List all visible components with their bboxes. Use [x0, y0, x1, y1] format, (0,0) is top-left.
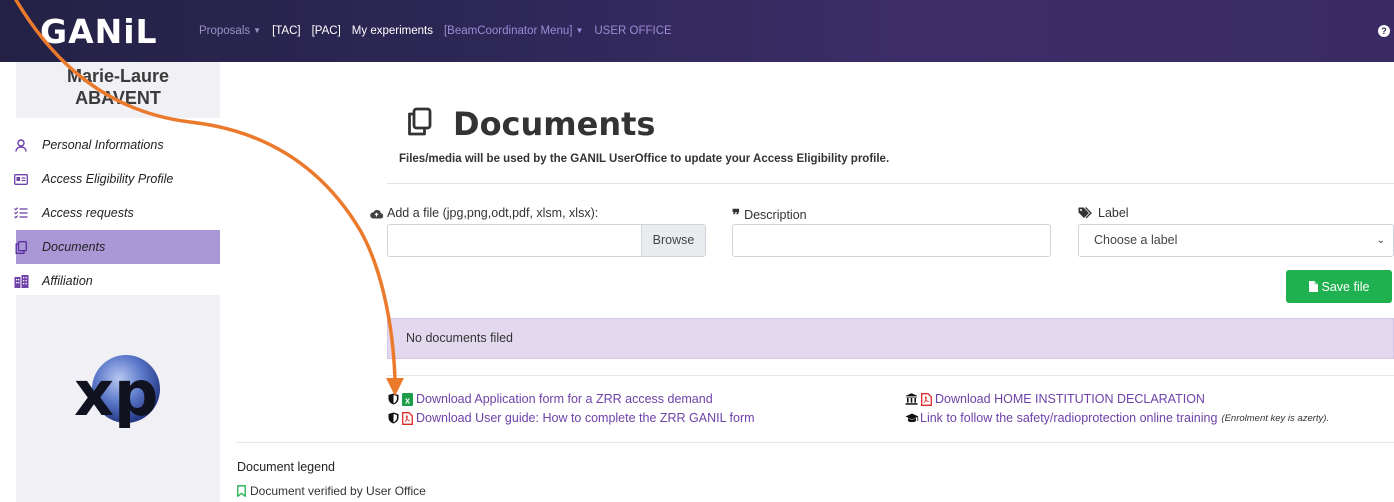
file-input[interactable]: Browse — [387, 224, 706, 257]
sidebar-item-access-requests[interactable]: Access requests — [14, 196, 220, 230]
user-name-card: Marie-Laure ABAVENT — [16, 62, 220, 118]
sidebar-item-access-eligibility-profile[interactable]: Access Eligibility Profile — [14, 162, 220, 196]
sidebar-item-label: Affiliation — [42, 274, 93, 288]
caret-down-icon: ▼ — [575, 26, 584, 35]
user-icon — [0, 138, 42, 152]
page-title: Documents — [405, 105, 655, 143]
enrolment-key-note: (Enrolment key is azerty). — [1221, 412, 1330, 424]
institution-icon — [905, 393, 918, 405]
excel-icon: x — [402, 392, 413, 406]
pdf-icon — [921, 392, 932, 406]
checklist-icon — [0, 207, 42, 219]
user-first-name: Marie-Laure — [66, 66, 170, 86]
legend-item-verified: Document verified by User Office — [237, 484, 426, 498]
chevron-down-icon: ⌄ — [1376, 235, 1385, 246]
svg-text:x: x — [405, 395, 410, 405]
building-icon — [0, 274, 42, 288]
download-application-form-link[interactable]: x Download Application form for a ZRR ac… — [388, 392, 713, 406]
save-file-button[interactable]: Save file — [1286, 270, 1392, 303]
tags-icon — [1078, 207, 1095, 219]
bookmark-icon — [237, 485, 246, 497]
label-label: Label — [1078, 206, 1129, 220]
document-legend-title: Document legend — [237, 460, 335, 474]
divider — [387, 375, 1394, 376]
download-home-institution-link[interactable]: Download HOME INSTITUTION DECLARATION — [905, 392, 1205, 406]
shield-icon — [388, 412, 399, 424]
caret-down-icon: ▼ — [253, 26, 262, 35]
file-icon — [1308, 281, 1318, 292]
label-select[interactable]: Choose a label ⌄ — [1078, 224, 1394, 257]
sidebar-menu: Personal Informations Access Eligibility… — [14, 128, 220, 298]
nav-user-office[interactable]: USER OFFICE — [594, 25, 671, 37]
id-card-icon — [0, 173, 42, 185]
sidebar-item-label: Access requests — [42, 206, 134, 220]
pdf-icon — [402, 411, 413, 425]
sidebar-item-documents[interactable]: Documents — [15, 230, 220, 264]
sidebar-item-label: Personal Informations — [42, 138, 164, 152]
copy-icon — [0, 240, 42, 254]
page-subtitle: Files/media will be used by the GANIL Us… — [399, 153, 890, 165]
nav-menu: Proposals ▼ [TAC] [PAC] My experiments [B… — [199, 0, 683, 62]
quote-icon: ❞ — [732, 206, 741, 224]
divider — [236, 442, 1394, 443]
ganil-logo[interactable]: GANiL — [40, 12, 158, 51]
sidebar: Marie-Laure ABAVENT Personal Information… — [0, 62, 220, 502]
shield-icon — [388, 393, 399, 405]
browse-button[interactable]: Browse — [641, 225, 705, 256]
sidebar-item-personal-informations[interactable]: Personal Informations — [15, 128, 220, 162]
sidebar-item-label: Documents — [42, 240, 106, 254]
sidebar-item-label: Access Eligibility Profile — [42, 172, 174, 186]
description-input[interactable] — [732, 224, 1051, 257]
nav-my-experiments[interactable]: My experiments — [352, 25, 433, 37]
nav-beamcoordinator[interactable]: [BeamCoordinator Menu] ▼ — [444, 25, 583, 37]
description-label: ❞ Description — [732, 206, 807, 224]
copy-icon — [405, 107, 433, 142]
question-circle-icon[interactable]: ? — [1378, 25, 1390, 37]
user-last-name: ABAVENT — [75, 88, 161, 108]
download-user-guide-link[interactable]: Download User guide: How to complete the… — [388, 411, 755, 425]
divider — [387, 183, 1394, 184]
nav-proposals[interactable]: Proposals ▼ — [199, 25, 261, 37]
sidebar-item-affiliation[interactable]: Affiliation — [14, 264, 220, 298]
file-label: Add a file (jpg,png,odt,pdf, xlsm, xlsx)… — [370, 206, 598, 220]
xp-logo-text: xp — [74, 357, 158, 430]
page-title-text: Documents — [453, 105, 656, 143]
graduation-cap-icon — [905, 413, 919, 424]
top-navbar: GANiL Proposals ▼ [TAC] [PAC] My experime… — [0, 0, 1394, 62]
safety-training-link[interactable]: Link to follow the safety/radioprotectio… — [905, 411, 1329, 425]
nav-tac[interactable]: [TAC] — [272, 25, 301, 37]
cloud-upload-icon — [370, 208, 383, 219]
nav-pac[interactable]: [PAC] — [312, 25, 341, 37]
logo-panel: xp — [16, 295, 220, 502]
no-documents-alert: No documents filed — [387, 318, 1394, 359]
xp-logo: xp — [74, 355, 160, 430]
